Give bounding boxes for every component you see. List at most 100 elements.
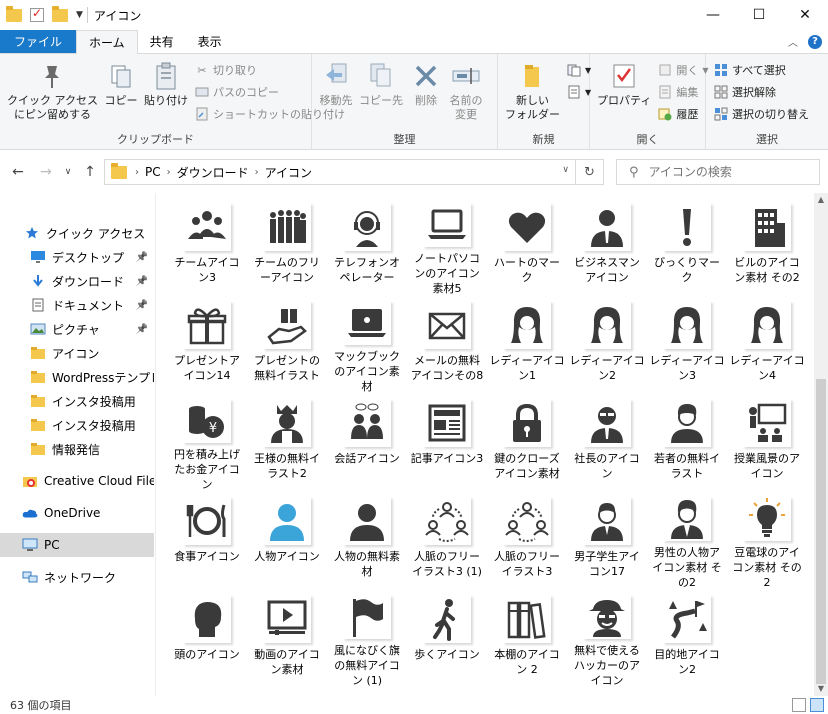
breadcrumb-icons[interactable]: アイコン bbox=[261, 164, 316, 181]
file-item[interactable]: メールの無料アイコンその8 bbox=[407, 291, 487, 389]
nav-item[interactable]: WordPressテンプレ bbox=[0, 365, 154, 389]
customize-toolbar-icon[interactable]: ▼ bbox=[76, 10, 83, 20]
file-item[interactable]: 人物アイコン bbox=[247, 487, 327, 585]
pin-icon: 📌 bbox=[135, 251, 148, 263]
gift-icon bbox=[183, 301, 231, 349]
large-icons-view-icon[interactable] bbox=[810, 698, 824, 712]
quick-access-toolbar: ▼ bbox=[0, 5, 83, 22]
nav-item[interactable]: クイック アクセス bbox=[0, 221, 154, 245]
file-item[interactable]: レディーアイコン3 bbox=[647, 291, 727, 389]
select-none-label: 選択解除 bbox=[732, 86, 776, 99]
invert-selection-button[interactable]: 選択の切り替え bbox=[714, 104, 809, 124]
nav-item[interactable]: OneDrive bbox=[0, 501, 154, 525]
building-icon bbox=[743, 203, 791, 251]
forward-arrow-icon[interactable]: → bbox=[32, 164, 60, 180]
tab-file[interactable]: ファイル bbox=[0, 30, 77, 53]
file-item[interactable]: レディーアイコン2 bbox=[567, 291, 647, 389]
file-item[interactable]: ビルのアイコン素材 その2 bbox=[727, 193, 807, 291]
back-arrow-icon[interactable]: ← bbox=[4, 164, 32, 180]
file-item[interactable]: 会話アイコン bbox=[327, 389, 407, 487]
file-item[interactable]: 王様の無料イラスト2 bbox=[247, 389, 327, 487]
select-all-button[interactable]: すべて選択 bbox=[714, 60, 809, 80]
nav-item[interactable]: Creative Cloud Files bbox=[0, 469, 154, 493]
nav-item[interactable]: ネットワーク bbox=[0, 565, 154, 589]
refresh-icon[interactable]: ↻ bbox=[575, 160, 603, 184]
file-item[interactable]: びっくりマーク bbox=[647, 193, 727, 291]
file-item[interactable]: 鍵のクローズアイコン素材 bbox=[487, 389, 567, 487]
file-item[interactable]: 動画のアイコン素材 bbox=[247, 585, 327, 683]
file-name: 人物の無料素材 bbox=[334, 550, 400, 578]
nav-item[interactable]: インスタ投稿用 bbox=[0, 389, 154, 413]
file-item[interactable]: 無料で使えるハッカーのアイコン bbox=[567, 585, 647, 687]
expand-ribbon-icon[interactable]: ︿ bbox=[788, 34, 798, 49]
file-item[interactable]: 男性の人物アイコン素材 その2 bbox=[647, 487, 727, 589]
help-icon[interactable]: ? bbox=[808, 34, 822, 49]
vertical-scrollbar[interactable]: ▲ ▼ bbox=[814, 193, 828, 696]
file-item[interactable]: 頭のアイコン bbox=[167, 585, 247, 683]
new-folder-icon[interactable] bbox=[52, 5, 68, 22]
file-item[interactable]: 歩くアイコン bbox=[407, 585, 487, 683]
address-dropdown-icon[interactable]: ∨ bbox=[562, 165, 569, 175]
scroll-up-icon[interactable]: ▲ bbox=[814, 193, 828, 207]
file-item[interactable]: ¥ 円を積み上げたお金アイコン bbox=[167, 389, 247, 491]
details-view-icon[interactable] bbox=[792, 698, 806, 712]
history-button[interactable]: 履歴 bbox=[658, 104, 708, 124]
file-item[interactable]: チームアイコン3 bbox=[167, 193, 247, 291]
maximize-button[interactable]: ☐ bbox=[736, 0, 782, 30]
file-item[interactable]: 若者の無料イラスト bbox=[647, 389, 727, 487]
file-item[interactable]: 目的地アイコン2 bbox=[647, 585, 727, 683]
nav-item[interactable]: ピクチャ 📌 bbox=[0, 317, 154, 341]
file-item[interactable]: ノートパソコンのアイコン素材5 bbox=[407, 193, 487, 295]
nav-item[interactable]: アイコン bbox=[0, 341, 154, 365]
file-item[interactable]: プレゼントの無料イラスト bbox=[247, 291, 327, 389]
file-item[interactable]: 本棚のアイコン 2 bbox=[487, 585, 567, 683]
file-item[interactable]: ビジネスマンアイコン bbox=[567, 193, 647, 291]
crowd-icon bbox=[263, 203, 311, 251]
file-item[interactable]: 風になびく旗の無料アイコン (1) bbox=[327, 585, 407, 687]
file-item[interactable]: 食事アイコン bbox=[167, 487, 247, 585]
recent-locations-icon[interactable]: ∨ bbox=[60, 167, 76, 177]
nav-item[interactable]: デスクトップ 📌 bbox=[0, 245, 154, 269]
open-button[interactable]: 開く ▼ bbox=[658, 60, 709, 80]
file-item[interactable]: 記事アイコン3 bbox=[407, 389, 487, 487]
edit-button[interactable]: 編集 bbox=[658, 82, 708, 102]
nav-item[interactable]: 情報発信 bbox=[0, 437, 154, 461]
file-item[interactable]: 豆電球のアイコン素材 その2 bbox=[727, 487, 807, 589]
file-item[interactable]: 人物の無料素材 bbox=[327, 487, 407, 585]
file-item[interactable]: テレフォンオペレーター bbox=[327, 193, 407, 291]
file-item[interactable]: レディーアイコン4 bbox=[727, 291, 807, 389]
address-bar[interactable]: › PC › ダウンロード › アイコン ∨ ↻ bbox=[104, 159, 604, 185]
scroll-down-icon[interactable]: ▼ bbox=[814, 682, 828, 696]
breadcrumb-downloads[interactable]: ダウンロード bbox=[173, 164, 253, 181]
file-item[interactable]: チームのフリーアイコン bbox=[247, 193, 327, 291]
file-item[interactable]: ハートのマーク bbox=[487, 193, 567, 291]
lesson-icon bbox=[743, 399, 791, 447]
file-item[interactable]: 人脈のフリーイラスト3 (1) bbox=[407, 487, 487, 585]
nav-item[interactable]: ダウンロード 📌 bbox=[0, 269, 154, 293]
new-item-button[interactable]: ▼ bbox=[567, 60, 591, 80]
file-item[interactable]: 男子学生アイコン17 bbox=[567, 487, 647, 585]
lock-icon bbox=[503, 399, 551, 447]
file-item[interactable]: 社長のアイコン bbox=[567, 389, 647, 487]
up-arrow-icon[interactable]: ↑ bbox=[76, 164, 104, 180]
file-item[interactable]: レディーアイコン1 bbox=[487, 291, 567, 389]
minimize-button[interactable]: — bbox=[690, 0, 736, 30]
nav-item[interactable]: インスタ投稿用 bbox=[0, 413, 154, 437]
file-item[interactable]: 授業風景のアイコン bbox=[727, 389, 807, 487]
scrollbar-thumb[interactable] bbox=[816, 379, 826, 684]
nav-item[interactable]: PC bbox=[0, 533, 154, 557]
file-item[interactable]: 人脈のフリーイラスト3 bbox=[487, 487, 567, 585]
close-button[interactable]: ✕ bbox=[782, 0, 828, 30]
tab-home[interactable]: ホーム bbox=[76, 30, 138, 54]
tab-share[interactable]: 共有 bbox=[138, 30, 186, 53]
search-input[interactable] bbox=[648, 165, 799, 179]
tab-view[interactable]: 表示 bbox=[186, 30, 234, 53]
file-item[interactable]: プレゼントアイコン14 bbox=[167, 291, 247, 389]
easy-access-button[interactable]: ▼ bbox=[567, 82, 591, 102]
nav-item[interactable]: ドキュメント 📌 bbox=[0, 293, 154, 317]
breadcrumb-pc[interactable]: PC bbox=[141, 165, 165, 179]
properties-icon[interactable] bbox=[30, 6, 44, 22]
file-item[interactable]: マックブックのアイコン素材 bbox=[327, 291, 407, 393]
search-box[interactable]: ⚲ bbox=[616, 159, 820, 185]
select-none-button[interactable]: 選択解除 bbox=[714, 82, 809, 102]
